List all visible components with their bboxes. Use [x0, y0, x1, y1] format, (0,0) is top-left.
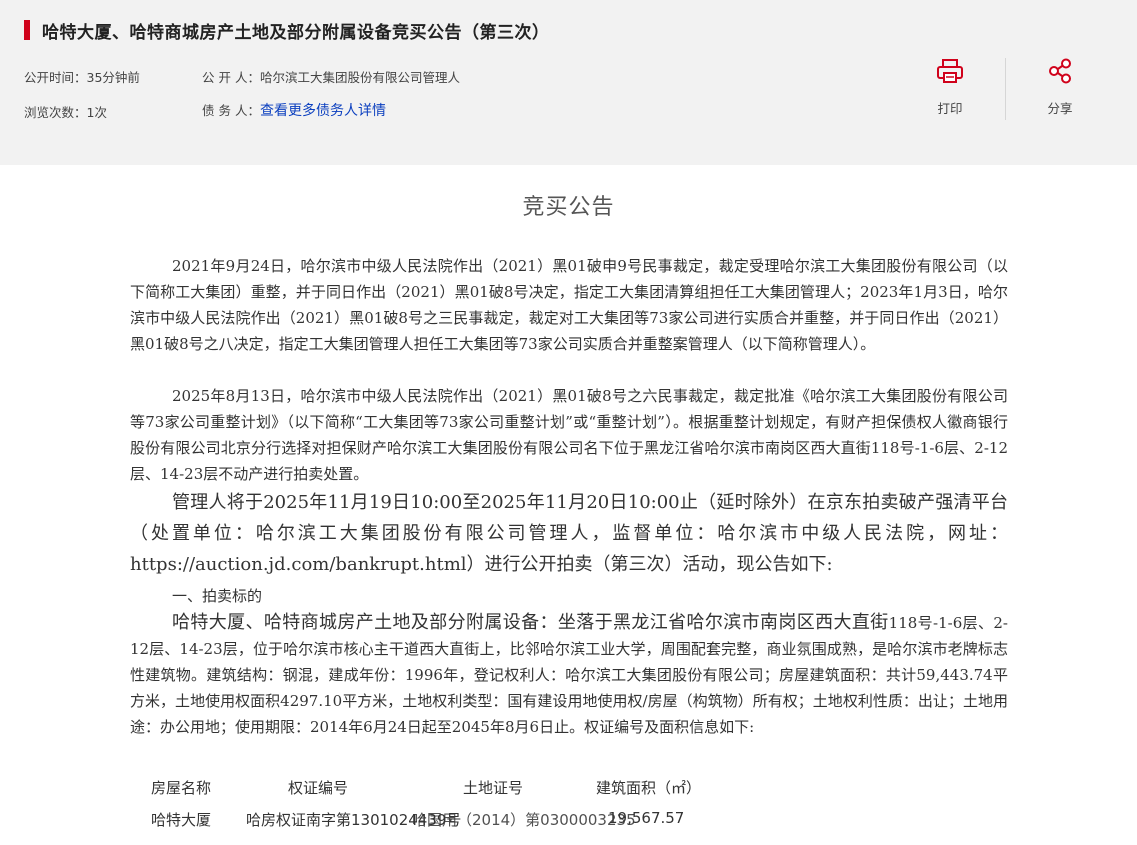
view-count: 浏览次数：1次 — [24, 102, 107, 121]
publish-time: 公开时间：35分钟前 — [24, 67, 140, 86]
publisher-label: 公 开 人： — [202, 70, 260, 85]
table-header-row: 房屋名称 权证编号 土地证号 建筑面积（㎡） — [130, 777, 1008, 803]
table-cell: 19,567.57 — [608, 809, 685, 827]
publish-time-value: 35分钟前 — [86, 70, 140, 85]
debtor-label: 债 务 人： — [202, 103, 260, 118]
auction-header: 哈特大厦、哈特商城房产土地及部分附属设备竞买公告（第三次） 公开时间：35分钟前… — [0, 0, 1137, 165]
paragraph-1: 2021年9月24日，哈尔滨市中级人民法院作出（2021）黑01破申9号民事裁定… — [130, 257, 1008, 353]
table-header-cell: 房屋名称 — [151, 779, 212, 797]
paragraph-4-lead: 哈特大厦、哈特商城房产土地及部分附属设备：坐落于黑龙江省哈尔滨市南岗区西大直街 — [172, 612, 889, 633]
document-title: 竞买公告 — [522, 195, 615, 220]
debtor-details-link[interactable]: 查看更多债务人详情 — [260, 103, 386, 119]
views-label: 浏览次数： — [24, 105, 87, 120]
paragraph-4: 哈特大厦、哈特商城房产土地及部分附属设备：坐落于黑龙江省哈尔滨市南岗区西大直街1… — [130, 610, 1008, 740]
publisher: 公 开 人：哈尔滨工大集团股份有限公司管理人 — [202, 67, 460, 86]
page-title: 哈特大厦、哈特商城房产土地及部分附属设备竞买公告（第三次） — [42, 22, 550, 43]
table-cell: 哈特大厦 — [151, 811, 212, 829]
paragraph-3: 管理人将于2025年11月19日10:00至2025年11月20日10:00止（… — [130, 492, 1008, 575]
share-icon — [1049, 58, 1071, 84]
title-accent-bar — [24, 20, 30, 40]
title-bar: 哈特大厦、哈特商城房产土地及部分附属设备竞买公告（第三次） — [24, 19, 550, 43]
table-header-cell: 权证编号 — [288, 779, 349, 797]
table-row: 哈特大厦 哈房权证南字第1301024439号 哈国用（2014）第030000… — [130, 809, 1008, 835]
table-cell: 哈国用（2014）第0300003235 — [412, 811, 636, 829]
share-button[interactable]: 分享 — [1030, 58, 1090, 117]
section-heading: 一、拍卖标的 — [172, 587, 263, 605]
publisher-value: 哈尔滨工大集团股份有限公司管理人 — [259, 70, 460, 85]
publish-time-label: 公开时间： — [24, 70, 87, 85]
actions-divider — [1005, 58, 1006, 120]
printer-icon — [937, 59, 963, 83]
debtor: 债 务 人：查看更多债务人详情 — [202, 100, 386, 120]
views-value: 1次 — [86, 105, 107, 120]
share-label: 分享 — [1047, 101, 1073, 116]
table-header-cell: 建筑面积（㎡） — [596, 779, 702, 797]
print-label: 打印 — [937, 101, 963, 116]
table-header-cell: 土地证号 — [463, 779, 524, 797]
paragraph-2: 2025年8月13日，哈尔滨市中级人民法院作出（2021）黑01破8号之六民事裁… — [130, 387, 1008, 483]
announcement-body: 竞买公告 2021年9月24日，哈尔滨市中级人民法院作出（2021）黑01破申9… — [0, 165, 1137, 845]
print-button[interactable]: 打印 — [920, 58, 980, 117]
